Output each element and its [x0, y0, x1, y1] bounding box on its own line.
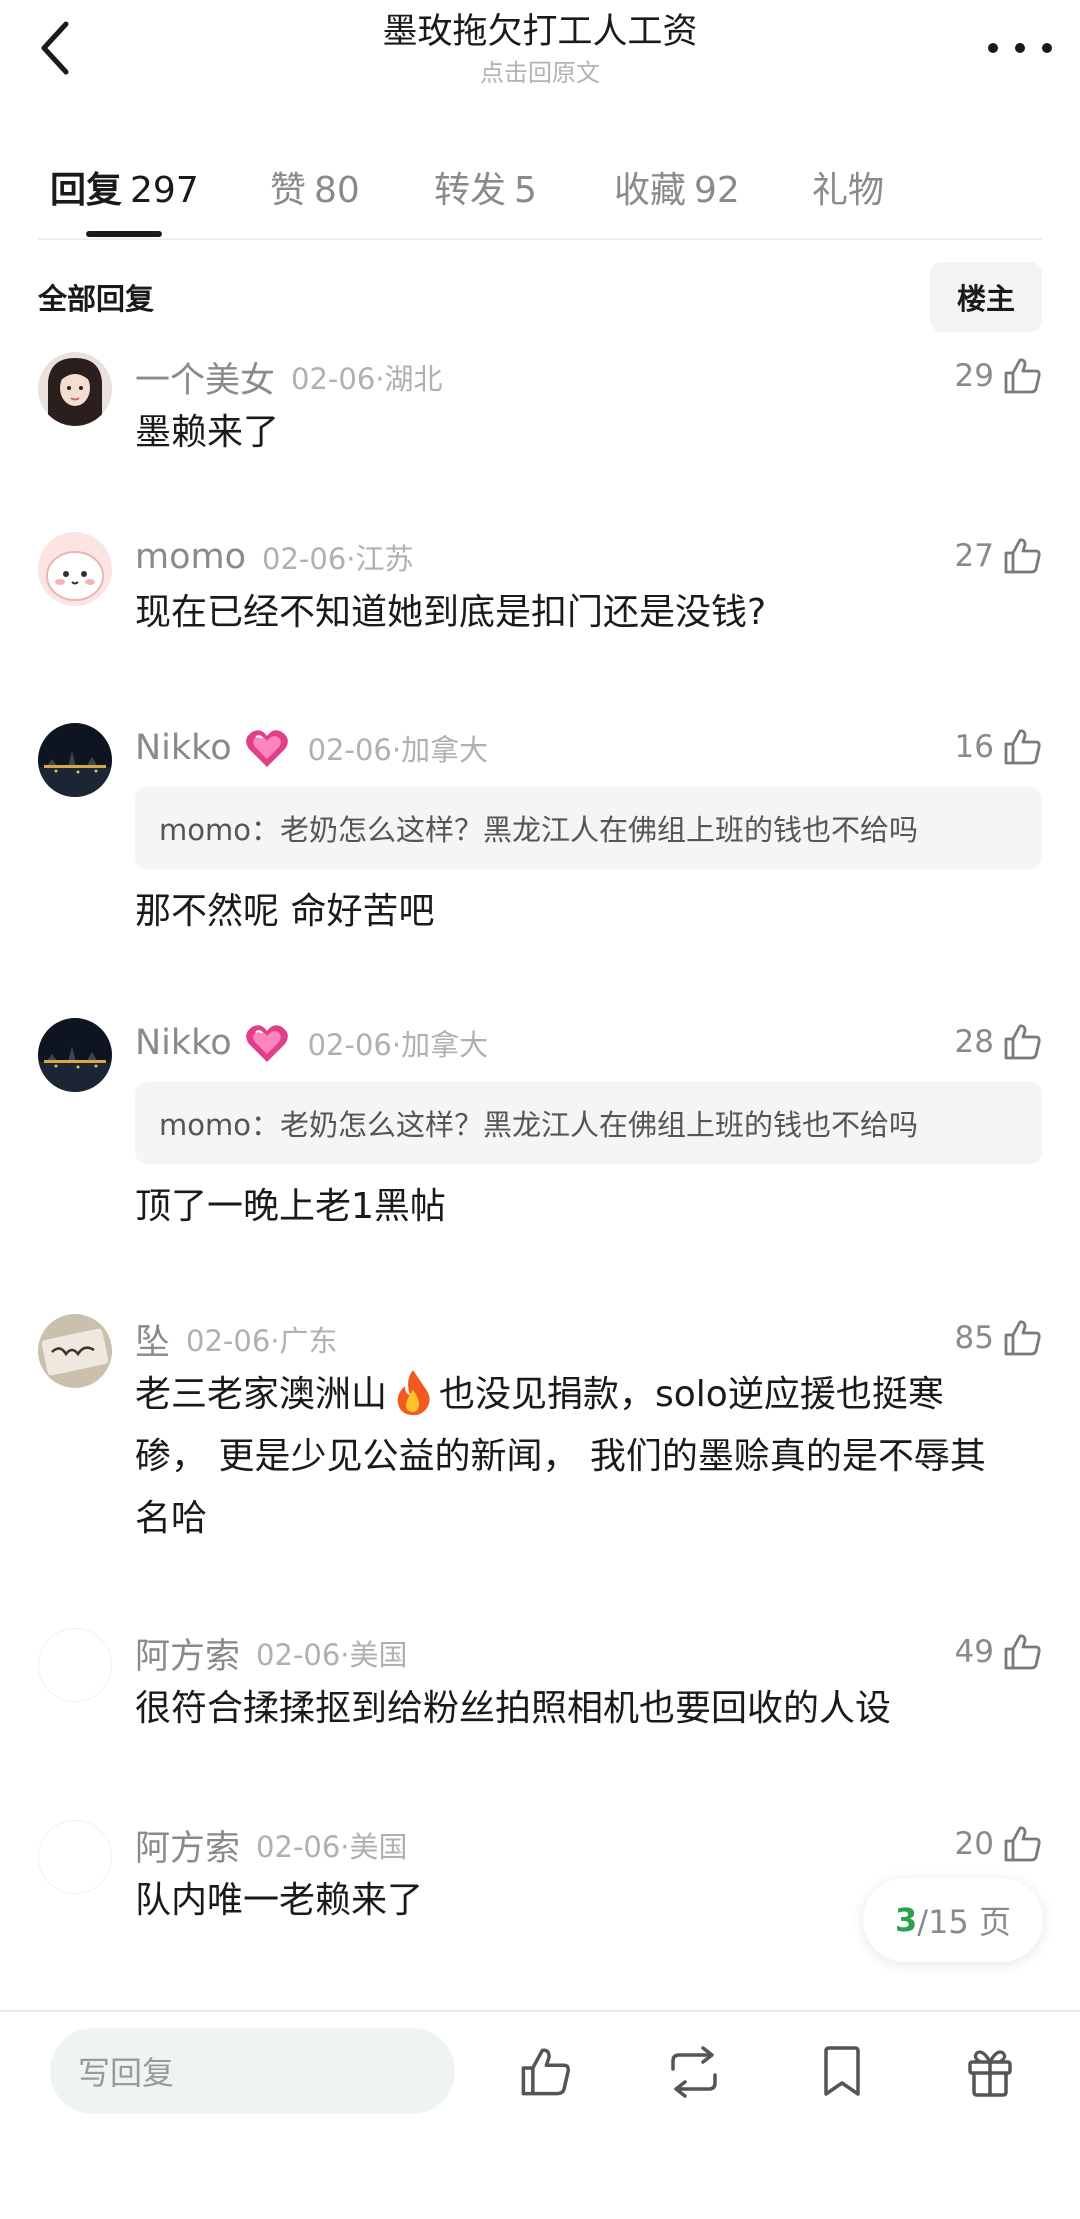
comment-meta: 阿方索 02-06·美国 — [135, 1632, 408, 1677]
quoted-reply[interactable]: momo：老奶怎么这样？黑龙江人在佛组上班的钱也不给吗 — [135, 787, 1042, 869]
fire-icon — [397, 1370, 430, 1416]
like-button[interactable]: 16 — [955, 723, 1042, 771]
post-title: 墨玫拖欠打工人工资 — [382, 12, 698, 52]
comment-text: 顶了一晚上老1黑帖 — [135, 1186, 446, 1227]
like-post-button[interactable] — [513, 2040, 577, 2104]
comment-date: 02-06·江苏 — [262, 542, 414, 576]
title-block[interactable]: 墨玫拖欠打工人工资 点击回原文 — [240, 8, 840, 90]
comment-meta: 坠 02-06·广东 — [135, 1318, 338, 1363]
tab-favorites[interactable]: 收藏 92 — [614, 161, 740, 213]
username[interactable]: Nikko — [135, 728, 232, 768]
back-to-post-link[interactable]: 点击回原文 — [240, 56, 840, 90]
like-count: 29 — [954, 358, 994, 394]
total-pages: /15 页 — [917, 1903, 1011, 1941]
comment-meta: Nikko 02-06·加拿大 — [135, 1022, 488, 1064]
username[interactable]: 阿方索 — [135, 1820, 240, 1871]
thumbs-up-icon — [1004, 538, 1041, 574]
tab-gifts[interactable]: 礼物 — [812, 161, 892, 213]
thumbs-up-icon — [1004, 729, 1041, 765]
current-page: 3 — [895, 1901, 918, 1939]
like-button[interactable]: 49 — [955, 1628, 1042, 1676]
tab-likes[interactable]: 赞 80 — [270, 161, 360, 213]
tab-reposts[interactable]: 转发 5 — [434, 161, 537, 213]
divider — [38, 238, 1042, 240]
filter-row: 全部回复 楼主 — [0, 258, 1080, 334]
like-count: 20 — [954, 1826, 994, 1862]
avatar[interactable] — [38, 723, 112, 797]
username[interactable]: 坠 — [135, 1314, 170, 1365]
avatar[interactable] — [38, 1628, 112, 1702]
comment-date: 02-06·湖北 — [291, 362, 443, 396]
avatar[interactable] — [38, 1820, 112, 1894]
repost-icon — [671, 2046, 717, 2098]
chevron-left-icon — [41, 21, 69, 75]
thumbs-up-icon — [1004, 358, 1041, 394]
avatar[interactable] — [38, 532, 112, 606]
like-button[interactable]: 29 — [955, 352, 1042, 400]
comment-date: 02-06·美国 — [256, 1830, 408, 1864]
comment-meta: 一个美女 02-06·湖北 — [135, 356, 443, 401]
comment-date: 02-06·广东 — [186, 1324, 338, 1358]
like-count: 28 — [954, 1024, 994, 1060]
thumbs-up-icon — [1004, 1826, 1041, 1862]
thumbs-up-icon — [1004, 1634, 1041, 1670]
bookmark-icon — [824, 2046, 860, 2096]
comment-meta: Nikko 02-06·加拿大 — [135, 727, 488, 769]
reply-input[interactable]: 写回复 — [50, 2028, 455, 2114]
username[interactable]: momo — [135, 537, 246, 577]
heart-badge-icon — [244, 727, 290, 769]
comment-item: momo 02-06·江苏 27 现在已经不知道她到底是扣门还是没钱? — [0, 532, 1080, 662]
gift-icon — [968, 2050, 1012, 2097]
back-button[interactable] — [30, 18, 80, 78]
comment-item: 坠 02-06·广东 85 老三老家澳洲山 也没见捐款，solo逆应援也挺寒 碜，… — [0, 1314, 1080, 1564]
comment-item: 阿方索 02-06·美国 49 很符合揉揉抠到给粉丝拍照相机也要回收的人设 — [0, 1628, 1080, 1758]
like-count: 49 — [954, 1634, 994, 1670]
avatar[interactable] — [38, 352, 112, 426]
username[interactable]: 一个美女 — [135, 352, 275, 403]
thumbs-up-icon — [521, 2048, 570, 2096]
comment-meta: momo 02-06·江苏 — [135, 536, 414, 578]
thumbs-up-icon — [1004, 1320, 1041, 1356]
comment-text: 现在已经不知道她到底是扣门还是没钱? — [135, 592, 767, 633]
username[interactable]: Nikko — [135, 1023, 232, 1063]
all-replies-label: 全部回复 — [38, 282, 155, 316]
comment-meta: 阿方索 02-06·美国 — [135, 1824, 408, 1869]
tab-bar: 回复 297 赞 80 转发 5 收藏 92 礼物 — [0, 145, 1080, 240]
avatar[interactable] — [38, 1018, 112, 1092]
like-count: 27 — [954, 538, 994, 574]
heart-badge-icon — [244, 1022, 290, 1064]
like-count: 85 — [954, 1320, 994, 1356]
thumbs-up-icon — [1004, 1024, 1041, 1060]
like-button[interactable]: 27 — [955, 532, 1042, 580]
comment-date: 02-06·美国 — [256, 1638, 408, 1672]
active-tab-indicator — [86, 231, 162, 237]
comment-date: 02-06·加拿大 — [307, 733, 489, 767]
comment-date: 02-06·加拿大 — [307, 1028, 489, 1062]
like-button[interactable]: 20 — [955, 1820, 1042, 1868]
quoted-reply[interactable]: momo：老奶怎么这样？黑龙江人在佛组上班的钱也不给吗 — [135, 1082, 1042, 1164]
like-count: 16 — [954, 729, 994, 765]
like-button[interactable]: 85 — [955, 1314, 1042, 1362]
avatar[interactable] — [38, 1314, 112, 1388]
comment-text: 墨赖来了 — [135, 412, 280, 453]
comment-item: 一个美女 02-06·湖北 29 墨赖来了 — [0, 352, 1080, 482]
username[interactable]: 阿方索 — [135, 1628, 240, 1679]
repost-button[interactable] — [662, 2040, 726, 2104]
comment-text: 老三老家澳洲山 也没见捐款，solo逆应援也挺寒 碜， 更是少见公益的新闻， 我们… — [135, 1364, 1042, 1550]
like-button[interactable]: 28 — [955, 1018, 1042, 1066]
comment-text: 那不然呢 命好苦吧 — [135, 891, 435, 932]
comment-item: Nikko 02-06·加拿大 16 momo：老奶怎么这样？黑龙江人在佛组上班… — [0, 723, 1080, 943]
bottom-divider — [0, 2010, 1080, 2012]
op-only-button[interactable]: 楼主 — [930, 262, 1042, 332]
top-bar: 墨玫拖欠打工人工资 点击回原文 — [0, 0, 1080, 110]
comment-text: 很符合揉揉抠到给粉丝拍照相机也要回收的人设 — [135, 1688, 892, 1729]
more-icon[interactable] — [988, 30, 1052, 66]
comment-item: Nikko 02-06·加拿大 28 momo：老奶怎么这样？黑龙江人在佛组上班… — [0, 1018, 1080, 1238]
page-indicator[interactable]: 3/15 页 — [863, 1878, 1043, 1962]
gift-button[interactable] — [958, 2040, 1022, 2104]
tab-replies[interactable]: 回复 297 — [50, 161, 199, 213]
bookmark-button[interactable] — [810, 2040, 874, 2104]
